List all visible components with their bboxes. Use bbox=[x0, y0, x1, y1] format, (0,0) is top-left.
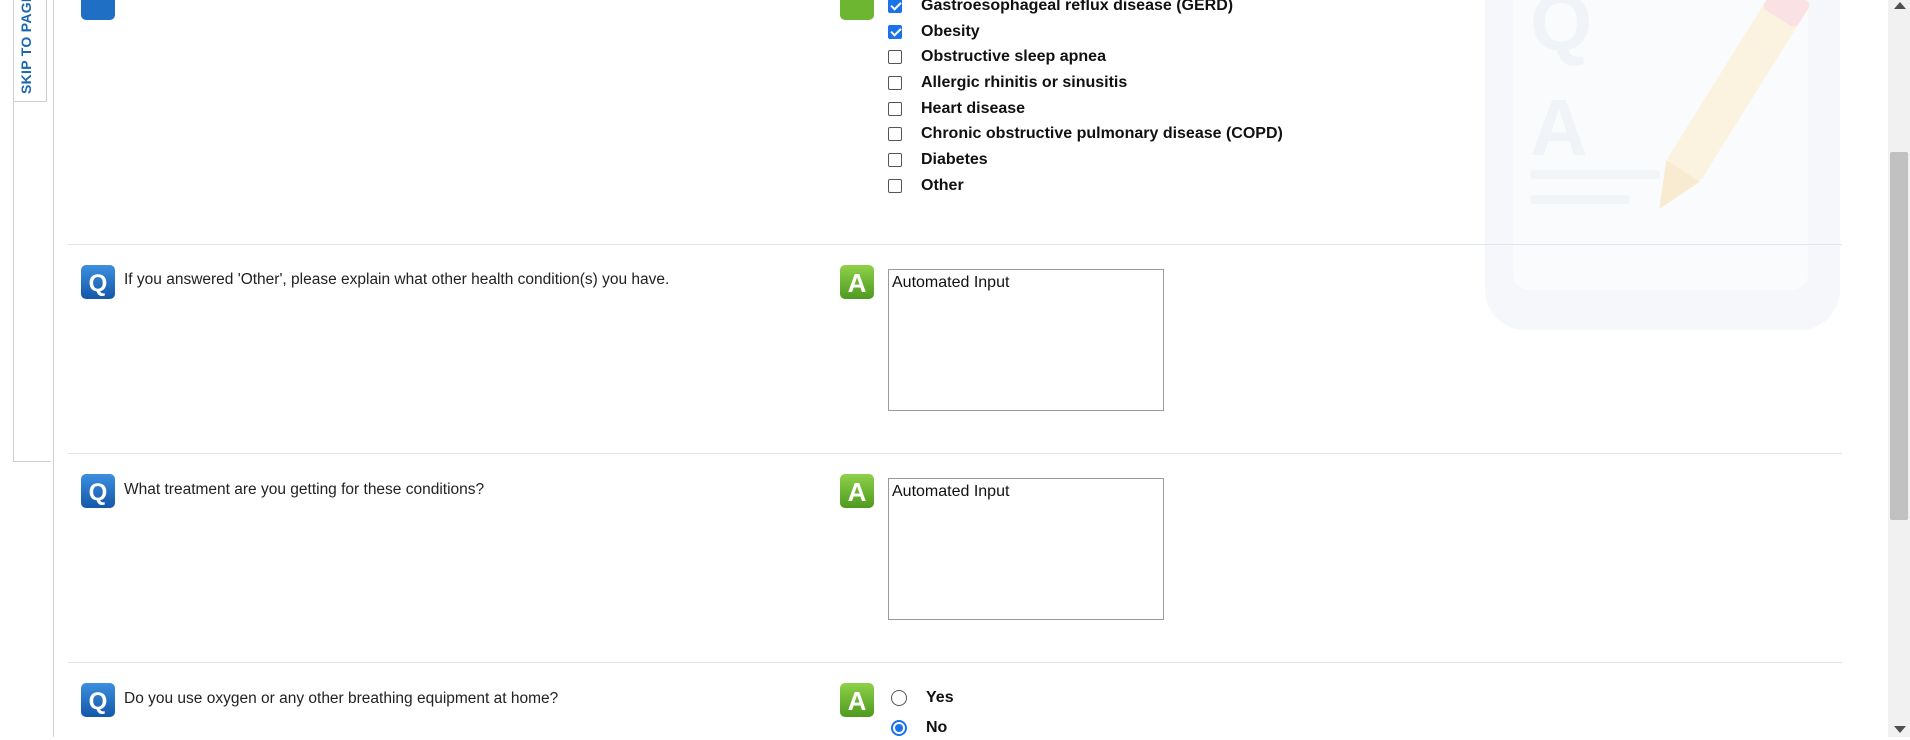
skip-to-page-tab[interactable]: SKIP TO PAGE bbox=[13, 0, 47, 102]
condition-label: Other bbox=[921, 177, 964, 194]
radio-button[interactable] bbox=[891, 690, 907, 706]
radio-label: Yes bbox=[926, 689, 954, 706]
checkbox[interactable] bbox=[888, 76, 902, 90]
qa-watermark-icon: Q A bbox=[1485, 0, 1840, 330]
svg-text:Q: Q bbox=[1530, 0, 1592, 67]
condition-label: Allergic rhinitis or sinusitis bbox=[921, 74, 1128, 91]
condition-label: Chronic obstructive pulmonary disease (C… bbox=[921, 125, 1283, 142]
question-text: What treatment are you getting for these… bbox=[124, 481, 485, 498]
condition-option[interactable]: Gastroesophageal reflux disease (GERD) bbox=[888, 0, 1233, 17]
other-conditions-textarea[interactable]: Automated Input bbox=[888, 269, 1164, 411]
vertical-scrollbar[interactable] bbox=[1888, 0, 1910, 737]
checkbox[interactable] bbox=[888, 153, 902, 167]
oxygen-option-no[interactable]: No bbox=[891, 716, 947, 740]
sidebar-border-bottom bbox=[13, 461, 51, 462]
condition-option[interactable]: Allergic rhinitis or sinusitis bbox=[888, 72, 1127, 94]
skip-to-page-label: SKIP TO PAGE bbox=[18, 0, 34, 94]
answer-icon: A bbox=[840, 265, 874, 299]
condition-label: Gastroesophageal reflux disease (GERD) bbox=[921, 0, 1234, 14]
condition-label: Obesity bbox=[921, 23, 980, 40]
radio-button[interactable] bbox=[891, 720, 907, 736]
answer-icon: A bbox=[840, 683, 874, 717]
condition-option[interactable]: Diabetes bbox=[888, 149, 988, 171]
checkbox[interactable] bbox=[888, 102, 902, 116]
checkbox[interactable] bbox=[888, 0, 902, 13]
section-divider bbox=[68, 453, 1842, 454]
svg-text:A: A bbox=[848, 477, 867, 507]
condition-option[interactable]: Other bbox=[888, 175, 964, 197]
condition-option[interactable]: Obstructive sleep apnea bbox=[888, 46, 1106, 68]
sidebar-border bbox=[13, 100, 14, 462]
condition-label: Heart disease bbox=[921, 100, 1026, 117]
question-icon: Q bbox=[81, 474, 115, 508]
question-text: Do you use oxygen or any other breathing… bbox=[124, 690, 559, 707]
condition-option[interactable]: Heart disease bbox=[888, 98, 1025, 120]
svg-text:A: A bbox=[1530, 83, 1588, 172]
svg-text:Q: Q bbox=[89, 479, 108, 506]
condition-label: Obstructive sleep apnea bbox=[921, 48, 1106, 65]
svg-text:A: A bbox=[848, 268, 867, 298]
scroll-up-arrow-icon[interactable] bbox=[1894, 2, 1906, 9]
treatment-textarea[interactable]: Automated Input bbox=[888, 478, 1164, 620]
checkbox[interactable] bbox=[888, 127, 902, 141]
question-icon: Q bbox=[81, 265, 115, 299]
answer-icon bbox=[840, 0, 874, 20]
radio-label: No bbox=[926, 719, 948, 736]
answer-icon: A bbox=[840, 474, 874, 508]
scroll-down-arrow-icon[interactable] bbox=[1894, 726, 1906, 733]
scrollbar-thumb[interactable] bbox=[1890, 152, 1908, 520]
checkbox[interactable] bbox=[888, 50, 902, 64]
section-divider bbox=[68, 244, 1842, 245]
content-left-border bbox=[53, 0, 54, 737]
svg-text:A: A bbox=[848, 686, 867, 716]
question-icon: Q bbox=[81, 683, 115, 717]
checkbox[interactable] bbox=[888, 25, 902, 39]
oxygen-option-yes[interactable]: Yes bbox=[891, 686, 954, 710]
question-text: If you answered 'Other', please explain … bbox=[124, 271, 670, 288]
condition-option[interactable]: Chronic obstructive pulmonary disease (C… bbox=[888, 123, 1283, 145]
svg-text:Q: Q bbox=[89, 270, 108, 297]
condition-option[interactable]: Obesity bbox=[888, 21, 980, 43]
svg-text:Q: Q bbox=[89, 688, 108, 715]
question-icon bbox=[81, 0, 115, 20]
condition-label: Diabetes bbox=[921, 151, 988, 168]
section-divider bbox=[68, 662, 1842, 663]
checkbox[interactable] bbox=[888, 179, 902, 193]
